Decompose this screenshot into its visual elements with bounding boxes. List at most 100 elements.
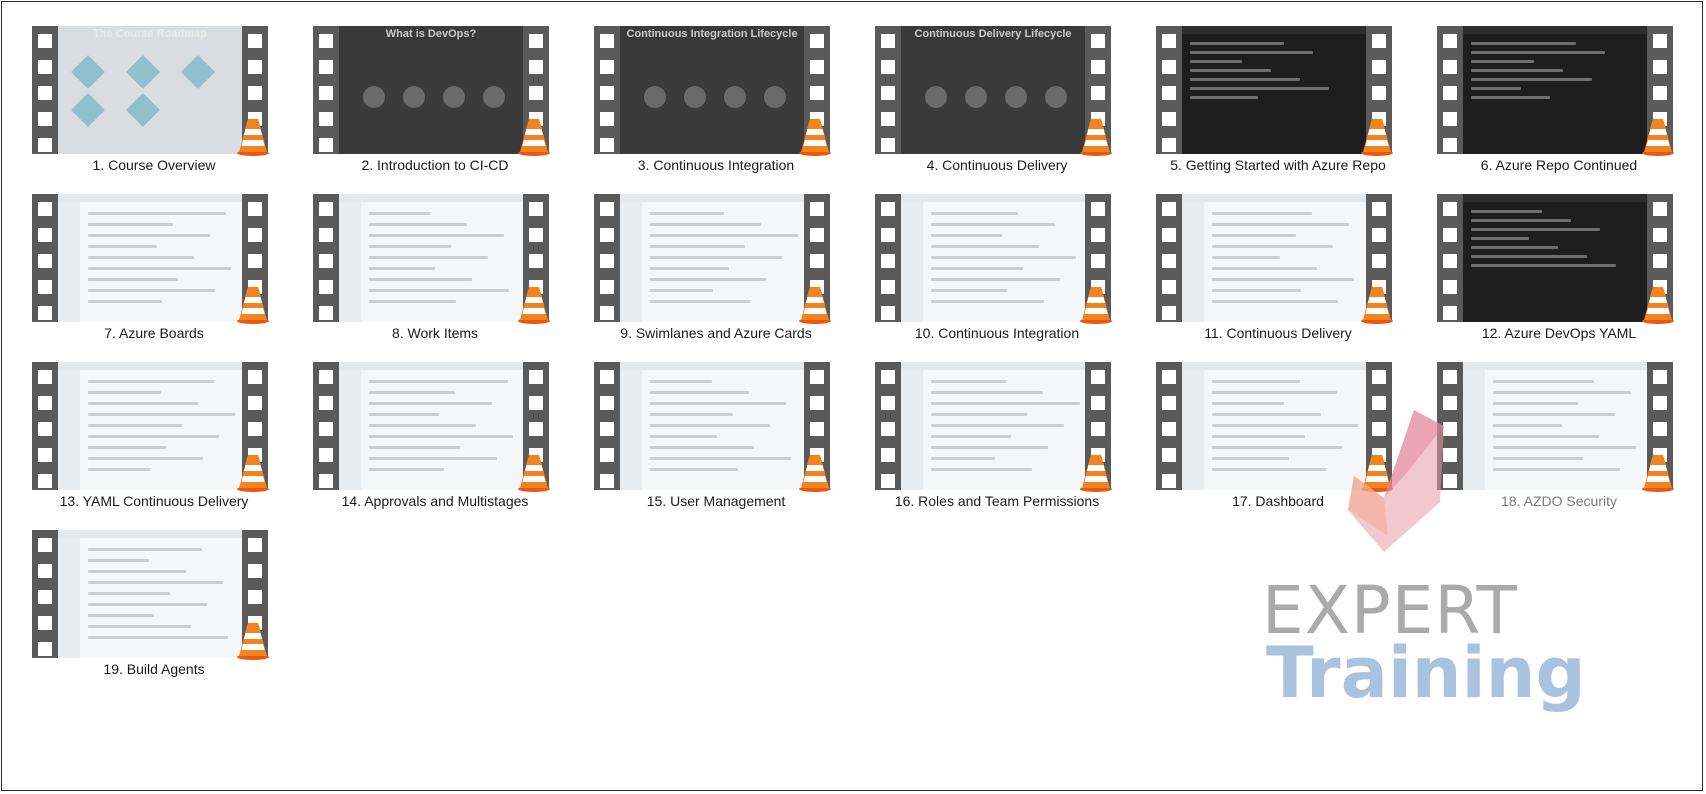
- video-file-item[interactable]: 8. Work Items: [295, 190, 576, 358]
- video-file-name[interactable]: 12. Azure DevOps YAML: [1419, 325, 1699, 341]
- video-frame-preview: [620, 194, 804, 322]
- video-thumbnail[interactable]: [1437, 26, 1674, 156]
- video-file-name[interactable]: 9. Swimlanes and Azure Cards: [576, 325, 856, 341]
- video-file-name[interactable]: 15. User Management: [576, 493, 856, 509]
- vlc-cone-icon: [798, 452, 832, 492]
- video-file-name[interactable]: 19. Build Agents: [14, 661, 294, 677]
- vlc-cone-icon: [798, 116, 832, 156]
- vlc-cone-icon: [1360, 284, 1394, 324]
- video-file-name[interactable]: 8. Work Items: [295, 325, 575, 341]
- film-strip-icon: [875, 194, 901, 322]
- video-file-item[interactable]: 7. Azure Boards: [14, 190, 295, 358]
- video-thumbnail[interactable]: [313, 194, 550, 324]
- film-strip-icon: [32, 362, 58, 490]
- video-frame-preview: [1463, 26, 1647, 154]
- video-frame-preview: [339, 362, 523, 490]
- video-thumbnail[interactable]: Continuous Integration Lifecycle: [594, 26, 832, 156]
- film-strip-icon: [313, 362, 339, 490]
- video-frame-preview: What is DevOps?: [339, 26, 523, 154]
- video-file-name[interactable]: 10. Continuous Integration: [857, 325, 1137, 341]
- video-file-name[interactable]: 16. Roles and Team Permissions: [857, 493, 1137, 509]
- vlc-cone-icon: [798, 284, 832, 324]
- video-frame-preview: [901, 194, 1085, 322]
- video-file-item[interactable]: 10. Continuous Integration: [857, 190, 1138, 358]
- video-file-name[interactable]: 2. Introduction to CI-CD: [295, 157, 575, 173]
- video-file-name[interactable]: 7. Azure Boards: [14, 325, 294, 341]
- video-frame-preview: [620, 362, 804, 490]
- video-file-item[interactable]: 13. YAML Continuous Delivery: [14, 358, 295, 526]
- video-thumbnail[interactable]: [32, 362, 270, 492]
- video-file-name[interactable]: 13. YAML Continuous Delivery: [14, 493, 294, 509]
- video-frame-preview: [58, 362, 242, 490]
- video-thumbnail[interactable]: The Course Roadmap: [32, 26, 270, 156]
- video-frame-preview: [1182, 26, 1366, 154]
- video-file-item[interactable]: Continuous Delivery Lifecycle 4. Continu…: [857, 22, 1138, 190]
- vlc-cone-icon: [236, 452, 270, 492]
- video-frame-preview: [58, 194, 242, 322]
- film-strip-icon: [875, 26, 901, 154]
- vlc-cone-icon: [1641, 284, 1675, 324]
- film-strip-icon: [594, 26, 620, 154]
- video-file-item[interactable]: 11. Continuous Delivery: [1138, 190, 1419, 358]
- video-file-item[interactable]: 9. Swimlanes and Azure Cards: [576, 190, 857, 358]
- video-file-name[interactable]: 5. Getting Started with Azure Repo: [1138, 157, 1418, 173]
- vlc-cone-icon: [517, 452, 551, 492]
- vlc-cone-icon: [236, 284, 270, 324]
- video-frame-title: What is DevOps?: [385, 28, 477, 40]
- video-thumbnail[interactable]: Continuous Delivery Lifecycle: [875, 26, 1113, 156]
- vlc-cone-icon: [1641, 452, 1675, 492]
- video-frame-preview: [901, 362, 1085, 490]
- vlc-cone-icon: [1079, 284, 1113, 324]
- film-strip-icon: [32, 194, 58, 322]
- video-file-item[interactable]: 15. User Management: [576, 358, 857, 526]
- expert-training-watermark: EXPERT Training: [1262, 406, 1586, 714]
- video-thumbnail[interactable]: [1156, 194, 1394, 324]
- video-file-name[interactable]: 4. Continuous Delivery: [857, 157, 1137, 173]
- video-frame-preview: [58, 530, 242, 658]
- expert-training-logo-mark-icon: [1348, 410, 1444, 552]
- vlc-cone-icon: [517, 116, 551, 156]
- video-thumbnail[interactable]: [313, 362, 551, 492]
- video-file-item[interactable]: Continuous Integration Lifecycle 3. Cont…: [576, 22, 857, 190]
- video-file-item[interactable]: What is DevOps? 2. Introduction to CI-CD: [295, 22, 576, 190]
- video-frame-preview: Continuous Delivery Lifecycle: [901, 26, 1085, 154]
- film-strip-icon: [1156, 194, 1182, 322]
- video-file-item[interactable]: 16. Roles and Team Permissions: [857, 358, 1138, 526]
- film-strip-icon: [1156, 362, 1182, 490]
- vlc-cone-icon: [1079, 116, 1113, 156]
- video-thumbnail[interactable]: [32, 194, 270, 324]
- film-strip-icon: [875, 362, 901, 490]
- video-frame-preview: Continuous Integration Lifecycle: [620, 26, 804, 154]
- video-thumbnail[interactable]: [1156, 26, 1394, 156]
- video-frame-title: The Course Roadmap: [93, 28, 207, 40]
- video-file-item[interactable]: The Course Roadmap 1. Course Overview: [14, 22, 295, 190]
- video-thumbnail[interactable]: [875, 194, 1113, 324]
- film-strip-icon: [594, 362, 620, 490]
- video-thumbnail[interactable]: What is DevOps?: [313, 26, 551, 156]
- video-thumbnail[interactable]: [875, 362, 1113, 492]
- video-thumbnail[interactable]: [594, 362, 832, 492]
- video-thumbnail[interactable]: [594, 194, 832, 324]
- film-strip-icon: [313, 194, 339, 322]
- video-file-item[interactable]: 12. Azure DevOps YAML: [1419, 190, 1700, 358]
- film-strip-icon: [32, 26, 58, 154]
- film-strip-icon: [313, 26, 339, 154]
- film-strip-icon: [1437, 194, 1463, 322]
- video-file-item[interactable]: 19. Build Agents: [14, 526, 295, 694]
- video-file-name[interactable]: 14. Approvals and Multistages: [295, 493, 575, 509]
- vlc-cone-icon: [1079, 452, 1113, 492]
- video-thumbnail[interactable]: [1437, 194, 1675, 324]
- video-frame-preview: [1463, 194, 1647, 322]
- video-file-item[interactable]: 6. Azure Repo Continued: [1419, 22, 1700, 190]
- video-file-item[interactable]: 14. Approvals and Multistages: [295, 358, 576, 526]
- vlc-cone-icon: [236, 116, 270, 156]
- video-file-name[interactable]: 1. Course Overview: [14, 157, 294, 173]
- video-thumbnail[interactable]: [32, 530, 269, 660]
- video-file-name[interactable]: 3. Continuous Integration: [576, 157, 856, 173]
- film-strip-icon: [1156, 26, 1182, 154]
- video-file-name[interactable]: 6. Azure Repo Continued: [1419, 157, 1699, 173]
- vlc-cone-icon: [1360, 116, 1394, 156]
- video-file-name[interactable]: 11. Continuous Delivery: [1138, 325, 1418, 341]
- film-strip-icon: [1437, 26, 1463, 154]
- video-file-item[interactable]: 5. Getting Started with Azure Repo: [1138, 22, 1419, 190]
